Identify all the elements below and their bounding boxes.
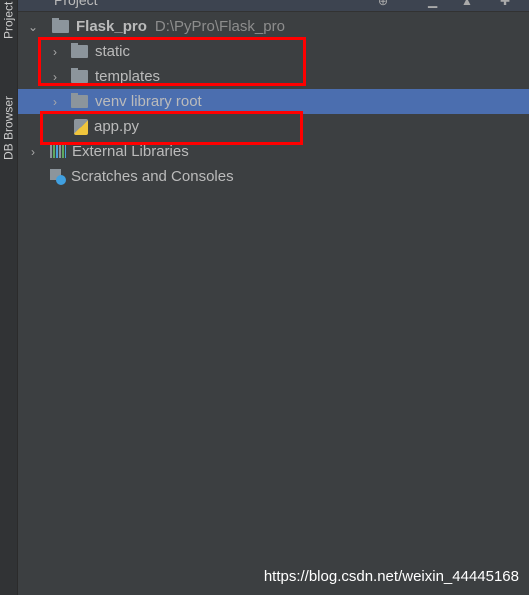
project-path: D:\PyPro\Flask_pro (154, 18, 285, 35)
tree-item-label: venv (95, 93, 127, 110)
project-header: Project ⊕ ▁ ▲ ✚ (18, 0, 529, 12)
hide-icon[interactable]: ✚ (500, 0, 510, 8)
highlight-box-app (40, 111, 303, 145)
clock-shape (56, 174, 66, 185)
chevron-right-icon[interactable]: › (28, 146, 38, 158)
folder-icon (71, 93, 88, 108)
header-title[interactable]: Project (54, 0, 98, 8)
tree-item-label: Scratches and Consoles (71, 168, 234, 185)
locate-icon[interactable]: ⊕ (378, 0, 388, 8)
left-tool-strip: Project DB Browser (0, 0, 18, 595)
folder-icon (52, 18, 69, 33)
settings-icon[interactable]: ▲ (461, 0, 473, 8)
highlight-box-folders (38, 37, 306, 86)
tab-project-label: Project (1, 1, 16, 39)
tree-item-project[interactable]: ⌄ Flask_pro D:\PyPro\Flask_pro (18, 14, 529, 39)
chevron-down-icon[interactable]: ⌄ (28, 21, 38, 33)
libraries-icon (50, 145, 66, 158)
tab-db-browser[interactable]: DB Browser (0, 80, 17, 175)
library-root-suffix: library root (130, 93, 202, 110)
scratches-icon (50, 168, 66, 185)
tab-db-browser-label: DB Browser (1, 95, 16, 160)
tree-item-label: External Libraries (72, 143, 189, 160)
project-name: Flask_pro (76, 18, 147, 35)
tree-item-scratches[interactable]: Scratches and Consoles (18, 164, 529, 189)
watermark: https://blog.csdn.net/weixin_44445168 (263, 568, 519, 585)
collapse-icon[interactable]: ▁ (428, 0, 437, 8)
chevron-right-icon[interactable]: › (50, 96, 60, 108)
tab-project[interactable]: Project (0, 0, 17, 40)
